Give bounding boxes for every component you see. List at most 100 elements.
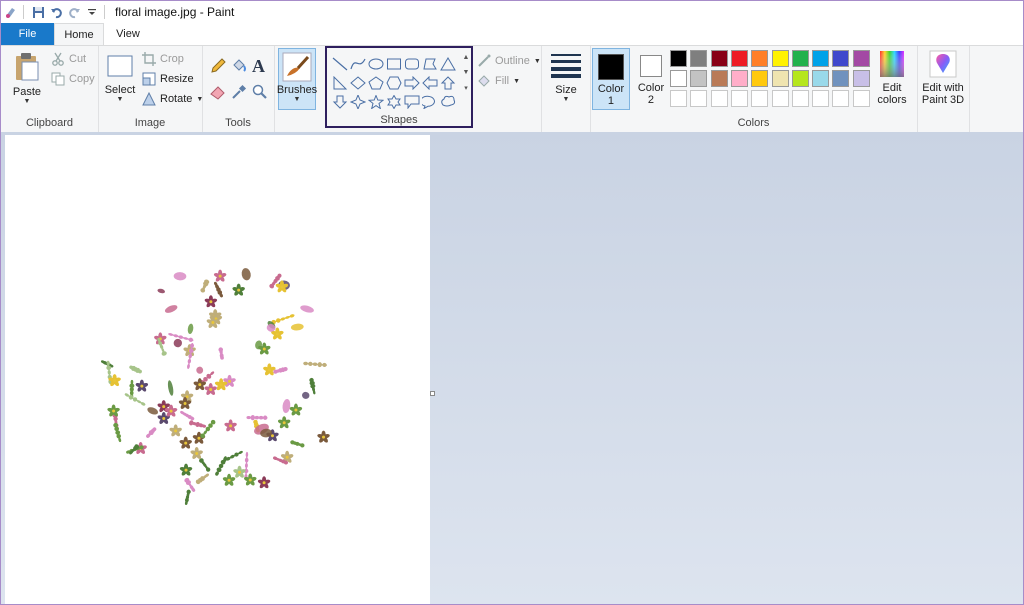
palette-swatch[interactable]	[791, 70, 809, 87]
right-triangle-shape-icon[interactable]	[331, 73, 349, 92]
copy-button[interactable]: Copy	[51, 72, 95, 86]
rounded-rectangle-shape-icon[interactable]	[403, 54, 421, 73]
color2-button[interactable]: Color 2	[634, 48, 668, 110]
color-picker-icon[interactable]	[231, 84, 247, 103]
palette-swatch[interactable]	[771, 50, 789, 67]
scissors-icon	[52, 52, 64, 66]
custom-color-slot[interactable]	[670, 90, 687, 107]
line-shape-icon[interactable]	[331, 54, 349, 73]
custom-color-slot[interactable]	[690, 90, 708, 107]
palette-swatch[interactable]	[791, 50, 809, 67]
ribbon-tabs: File Home View	[1, 23, 1023, 45]
palette-swatch[interactable]	[670, 50, 687, 67]
palette-swatch[interactable]	[690, 70, 708, 87]
down-arrow-shape-icon[interactable]	[331, 92, 349, 111]
colors-group-label: Colors	[737, 117, 770, 129]
palette-swatch[interactable]	[771, 70, 789, 87]
fill-bucket-icon[interactable]	[231, 58, 247, 77]
right-arrow-shape-icon[interactable]	[403, 73, 421, 92]
palette-swatch[interactable]	[751, 50, 769, 67]
magnifier-icon[interactable]	[252, 84, 268, 103]
brushes-label: Brushes	[276, 84, 318, 96]
palette-swatch[interactable]	[730, 50, 748, 67]
outline-button[interactable]: Outline ▼	[477, 54, 541, 68]
eraser-icon[interactable]	[210, 84, 226, 103]
undo-icon[interactable]	[48, 4, 64, 20]
rectangular-callout-shape-icon[interactable]	[403, 92, 421, 111]
custom-color-slot[interactable]	[852, 90, 870, 107]
pencil-icon[interactable]	[210, 58, 226, 77]
custom-color-slot[interactable]	[812, 90, 830, 107]
custom-color-slot[interactable]	[710, 90, 728, 107]
palette-swatch[interactable]	[832, 70, 850, 87]
ribbon-divider	[969, 46, 970, 132]
canvas-resize-handle[interactable]	[430, 391, 435, 396]
palette-swatch[interactable]	[751, 70, 769, 87]
tools-group: A Tools	[202, 46, 275, 132]
palette-swatch[interactable]	[852, 50, 870, 67]
four-point-star-shape-icon[interactable]	[349, 92, 367, 111]
palette-swatch[interactable]	[812, 50, 830, 67]
scroll-up-icon[interactable]: ▲	[463, 54, 470, 61]
tab-home[interactable]: Home	[54, 23, 104, 45]
palette-swatch[interactable]	[852, 70, 870, 87]
palette-swatch[interactable]	[832, 50, 850, 67]
cut-button[interactable]: Cut	[51, 52, 86, 66]
rotate-button[interactable]: Rotate ▼	[142, 92, 203, 106]
rectangle-shape-icon[interactable]	[385, 54, 403, 73]
five-point-star-shape-icon[interactable]	[367, 92, 385, 111]
tab-view[interactable]: View	[105, 23, 151, 45]
custom-color-slot[interactable]	[771, 90, 789, 107]
shapes-gallery: ▲ ▼ ▾ Shapes	[325, 46, 473, 128]
left-arrow-shape-icon[interactable]	[421, 73, 439, 92]
palette-swatch[interactable]	[730, 70, 748, 87]
oval-shape-icon[interactable]	[367, 54, 385, 73]
fill-button[interactable]: Fill ▼	[477, 74, 520, 88]
palette-swatch[interactable]	[710, 50, 728, 67]
text-tool-icon[interactable]: A	[252, 56, 265, 77]
palette-swatch[interactable]	[670, 70, 687, 87]
cloud-callout-shape-icon[interactable]	[439, 92, 457, 111]
palette-swatch[interactable]	[812, 70, 830, 87]
chevron-down-icon: ▼	[293, 96, 301, 103]
edit-with-paint3d-button[interactable]: Edit with Paint 3D	[919, 50, 967, 106]
pentagon-shape-icon[interactable]	[367, 73, 385, 92]
triangle-shape-icon[interactable]	[439, 54, 457, 73]
palette-swatch[interactable]	[710, 70, 728, 87]
clipboard-group-label: Clipboard	[25, 117, 74, 129]
custom-color-slot[interactable]	[730, 90, 748, 107]
window-title: floral image.jpg - Paint	[115, 5, 235, 19]
select-button[interactable]: Select ▼	[104, 54, 136, 103]
paste-button[interactable]: Paste ▼	[11, 52, 43, 105]
shapes-scroll: ▲ ▼ ▾	[461, 54, 471, 92]
custom-color-slot[interactable]	[832, 90, 850, 107]
size-button[interactable]: Size ▼	[548, 52, 584, 103]
up-arrow-shape-icon[interactable]	[439, 73, 457, 92]
customize-toolbar-icon[interactable]	[84, 4, 100, 20]
redo-icon[interactable]	[66, 4, 82, 20]
tab-file[interactable]: File	[1, 23, 54, 45]
brushes-button[interactable]: Brushes ▼	[276, 48, 318, 110]
palette-swatch[interactable]	[690, 50, 708, 67]
save-icon[interactable]	[30, 4, 46, 20]
crop-icon	[142, 52, 156, 66]
cut-label: Cut	[69, 53, 87, 65]
resize-button[interactable]: Resize	[142, 72, 194, 86]
select-icon	[107, 55, 133, 77]
custom-color-slot[interactable]	[791, 90, 809, 107]
drawing-canvas[interactable]	[5, 135, 430, 604]
color1-button[interactable]: Color 1	[592, 48, 630, 110]
hexagon-shape-icon[interactable]	[385, 73, 403, 92]
six-point-star-shape-icon[interactable]	[385, 92, 403, 111]
paint-app-icon[interactable]	[3, 4, 19, 20]
polygon-shape-icon[interactable]	[421, 54, 439, 73]
custom-color-slot[interactable]	[751, 90, 769, 107]
diamond-shape-icon[interactable]	[349, 73, 367, 92]
expand-gallery-icon[interactable]: ▾	[464, 84, 468, 92]
oval-callout-shape-icon[interactable]	[421, 92, 439, 111]
line-size-icon	[551, 54, 581, 78]
curve-shape-icon[interactable]	[349, 54, 367, 73]
scroll-down-icon[interactable]: ▼	[463, 69, 470, 76]
crop-button[interactable]: Crop	[142, 52, 184, 66]
edit-colors-button[interactable]: Edit colors	[872, 50, 912, 106]
